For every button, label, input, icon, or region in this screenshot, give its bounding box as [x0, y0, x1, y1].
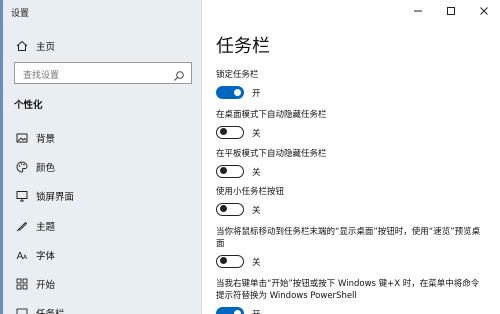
sidebar-item-home[interactable]: 主页: [14, 35, 194, 57]
autohide-desktop-toggle[interactable]: [216, 126, 244, 139]
taskbar-icon: [14, 305, 30, 314]
sidebar-item-colors[interactable]: 颜色: [14, 156, 194, 178]
picture-icon: [14, 130, 30, 146]
sidebar-item-label: 锁屏界面: [36, 192, 75, 203]
sidebar-item-background[interactable]: 背景: [14, 127, 194, 149]
powershell-toggle[interactable]: [216, 307, 244, 314]
sidebar-item-label: 字体: [36, 251, 56, 262]
sidebar-item-start[interactable]: 开始: [14, 273, 194, 295]
sidebar-item-label: 颜色: [36, 163, 56, 174]
toggle-state: 关: [252, 167, 261, 178]
setting-small-buttons: 使用小任务栏按钮 关: [216, 186, 486, 216]
setting-label: 在平板模式下自动隐藏任务栏: [216, 149, 327, 159]
setting-label: 锁定任务栏: [216, 70, 259, 80]
sidebar-item-label: 背景: [36, 134, 56, 145]
maximize-icon: [446, 7, 455, 15]
sidebar-item-label: 开始: [36, 280, 56, 291]
setting-peek: 当你将鼠标移动到任务栏末端的“显示桌面”按钮时，使用“速览”预览桌面 关: [216, 226, 486, 268]
setting-label: 当我右键单击“开始”按钮或按下 Windows 键+X 时，在菜单中将命令提示符…: [216, 279, 480, 301]
search-placeholder: 查找设置: [23, 71, 60, 81]
sidebar-item-label: 主页: [36, 42, 56, 53]
start-grid-icon: [14, 276, 30, 292]
toggle-state: 关: [252, 257, 261, 268]
peek-toggle[interactable]: [216, 255, 244, 268]
settings-sidebar: 设置 主页 查找设置 个性化 背景 颜色 锁屏界面 主题 A A 字体 开始: [0, 0, 202, 314]
minimize-icon: [413, 10, 422, 12]
setting-label: 当你将鼠标移动到任务栏末端的“显示桌面”按钮时，使用“速览”预览桌面: [216, 227, 481, 249]
brush-icon: [14, 218, 30, 234]
toggle-state: 关: [252, 205, 261, 216]
window-title: 设置: [11, 9, 30, 19]
sidebar-item-label: 任务栏: [36, 306, 65, 314]
search-icon[interactable]: [173, 67, 185, 86]
palette-icon: [14, 159, 30, 175]
close-icon: [479, 7, 488, 15]
setting-lock-taskbar: 锁定任务栏 开: [216, 69, 486, 99]
toggle-state: 开: [252, 88, 261, 99]
monitor-icon: [14, 188, 30, 204]
sidebar-item-label: 主题: [36, 222, 56, 233]
setting-label: 使用小任务栏按钮: [216, 187, 285, 197]
sidebar-item-lockscreen[interactable]: 锁屏界面: [14, 185, 194, 207]
search-settings-input[interactable]: 查找设置: [14, 62, 192, 84]
font-icon: AA: [14, 247, 30, 263]
maximize-button[interactable]: [434, 0, 467, 22]
svg-text:A: A: [23, 254, 28, 261]
home-icon: [14, 38, 30, 54]
setting-powershell: 当我右键单击“开始”按钮或按下 Windows 键+X 时，在菜单中将命令提示符…: [216, 278, 486, 314]
sidebar-item-taskbar[interactable]: 任务栏: [14, 302, 194, 314]
autohide-tablet-toggle[interactable]: [216, 165, 244, 178]
page-title: 任务栏: [216, 36, 270, 57]
small-buttons-toggle[interactable]: [216, 203, 244, 216]
toggle-state: 关: [252, 128, 261, 139]
minimize-button[interactable]: [401, 0, 434, 22]
setting-label: 在桌面模式下自动隐藏任务栏: [216, 110, 327, 120]
taskbar-settings-pane: 任务栏 锁定任务栏 开 在桌面模式下自动隐藏任务栏 关 在平板模式下自动隐藏任务…: [203, 0, 500, 314]
window-controls: [401, 0, 500, 22]
close-button[interactable]: [467, 0, 500, 22]
sidebar-item-themes[interactable]: 主题: [14, 215, 194, 237]
section-title: 个性化: [14, 100, 43, 111]
toggle-state: 开: [252, 308, 261, 314]
lock-taskbar-toggle[interactable]: [216, 86, 244, 99]
setting-autohide-tablet: 在平板模式下自动隐藏任务栏 关: [216, 148, 486, 178]
desktop-background-strip: [0, 0, 3, 314]
setting-autohide-desktop: 在桌面模式下自动隐藏任务栏 关: [216, 109, 486, 139]
sidebar-item-fonts[interactable]: AA 字体: [14, 244, 194, 266]
